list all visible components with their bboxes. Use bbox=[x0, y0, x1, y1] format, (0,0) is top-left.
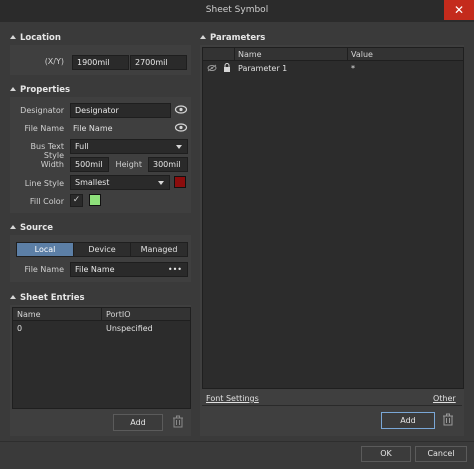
browse-icon[interactable]: ••• bbox=[168, 263, 182, 276]
file-name-value: File Name bbox=[73, 124, 113, 133]
visibility-icon[interactable] bbox=[207, 64, 217, 74]
height-field[interactable]: 300mil bbox=[148, 157, 188, 172]
divider bbox=[202, 405, 462, 406]
source-tab-managed[interactable]: Managed bbox=[130, 242, 188, 257]
table-header: Name Value bbox=[203, 48, 463, 61]
parameters-table: Name Value Parameter 1 * bbox=[202, 47, 464, 389]
source-tab-device[interactable]: Device bbox=[73, 242, 131, 257]
add-entry-button[interactable]: Add bbox=[113, 414, 163, 431]
location-section-header[interactable]: Location bbox=[10, 33, 61, 43]
location-x-field[interactable]: 1900mil bbox=[72, 55, 129, 70]
other-link[interactable]: Other bbox=[433, 394, 456, 403]
collapse-triangle-icon bbox=[10, 225, 16, 229]
properties-section-header[interactable]: Properties bbox=[10, 85, 70, 95]
source-file-name-label: File Name bbox=[24, 265, 64, 274]
check-icon: ✓ bbox=[72, 195, 81, 205]
close-button[interactable]: ✕ bbox=[444, 0, 474, 20]
trash-icon[interactable] bbox=[172, 415, 184, 428]
line-style-dropdown[interactable]: Smallest bbox=[70, 175, 170, 190]
column-header-value[interactable]: Value bbox=[351, 50, 373, 59]
collapse-triangle-icon bbox=[10, 87, 16, 91]
file-name-label: File Name bbox=[24, 124, 64, 133]
window-title: Sheet Symbol bbox=[205, 5, 269, 15]
column-divider[interactable] bbox=[347, 48, 348, 60]
fill-color-label: Fill Color bbox=[29, 197, 64, 206]
column-header-name[interactable]: Name bbox=[238, 50, 262, 59]
bus-text-style-label: Bus Text Style bbox=[30, 142, 64, 160]
bus-text-style-dropdown[interactable]: Full bbox=[70, 139, 188, 154]
designator-label: Designator bbox=[20, 106, 64, 115]
close-icon: ✕ bbox=[453, 3, 465, 17]
source-file-name-field[interactable]: File Name ••• bbox=[70, 262, 188, 277]
cancel-button[interactable]: Cancel bbox=[415, 446, 467, 462]
column-divider[interactable] bbox=[234, 48, 235, 60]
parameter-value-cell[interactable]: * bbox=[351, 64, 355, 73]
width-field[interactable]: 500mil bbox=[70, 157, 109, 172]
parameter-name-cell[interactable]: Parameter 1 bbox=[238, 64, 287, 73]
add-parameter-button[interactable]: Add bbox=[381, 412, 435, 429]
lock-icon[interactable] bbox=[223, 63, 231, 74]
eye-icon[interactable] bbox=[174, 121, 188, 134]
title-bar: Sheet Symbol ✕ bbox=[0, 0, 474, 22]
sheet-entries-table: Name PortIO 0 Unspecified bbox=[12, 307, 191, 409]
ok-button[interactable]: OK bbox=[361, 446, 411, 462]
sheet-entries-section-header[interactable]: Sheet Entries bbox=[10, 293, 85, 303]
fill-color-checkbox[interactable]: ✓ bbox=[70, 194, 83, 207]
entry-name-cell[interactable]: 0 bbox=[17, 324, 22, 333]
source-tab-local[interactable]: Local bbox=[16, 242, 74, 257]
width-label: Width bbox=[40, 160, 64, 169]
xy-label: (X/Y) bbox=[44, 57, 64, 66]
collapse-triangle-icon bbox=[10, 35, 16, 39]
designator-field[interactable]: Designator bbox=[70, 103, 171, 118]
line-style-label: Line Style bbox=[24, 179, 64, 188]
location-y-field[interactable]: 2700mil bbox=[130, 55, 187, 70]
footer-divider bbox=[0, 441, 474, 442]
table-header: Name PortIO bbox=[13, 308, 190, 321]
collapse-triangle-icon bbox=[200, 35, 206, 39]
height-label: Height bbox=[115, 160, 142, 169]
parameters-section-header[interactable]: Parameters bbox=[200, 33, 265, 43]
fill-color-swatch[interactable] bbox=[89, 194, 101, 206]
trash-icon[interactable] bbox=[442, 413, 454, 426]
source-section-header[interactable]: Source bbox=[10, 223, 53, 233]
font-settings-link[interactable]: Font Settings bbox=[206, 394, 259, 403]
column-divider[interactable] bbox=[101, 308, 102, 320]
entry-portio-cell[interactable]: Unspecified bbox=[106, 324, 153, 333]
column-header-portio[interactable]: PortIO bbox=[106, 310, 131, 319]
collapse-triangle-icon bbox=[10, 295, 16, 299]
eye-icon[interactable] bbox=[174, 103, 188, 116]
line-color-swatch[interactable] bbox=[174, 176, 186, 188]
column-header-name[interactable]: Name bbox=[17, 310, 41, 319]
